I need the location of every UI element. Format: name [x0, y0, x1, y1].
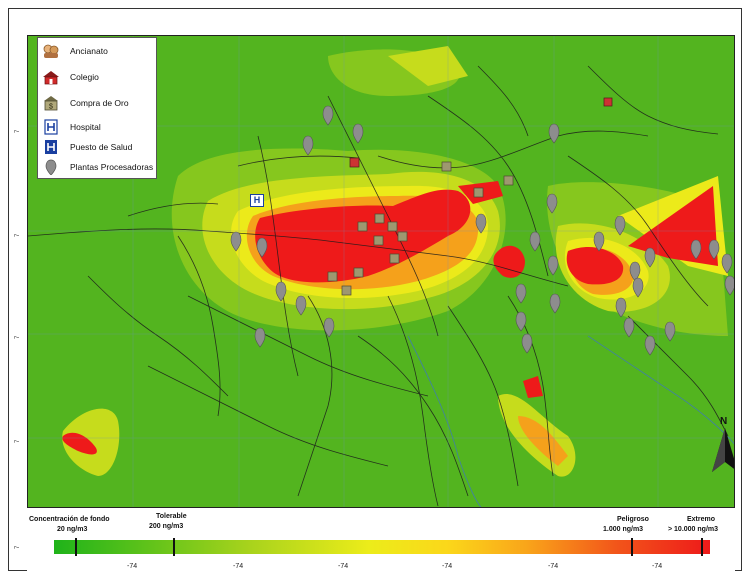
legend-label-compra-de-oro: Compra de Oro	[70, 98, 129, 108]
gold-marker[interactable]	[327, 271, 338, 282]
processing-plant-pin-icon	[45, 159, 57, 175]
lon-label: -74	[127, 563, 138, 570]
gold-marker[interactable]	[353, 267, 364, 278]
scale-background-value: 20 ng/m3	[57, 526, 88, 533]
scale-extreme-value: > 10.000 ng/m3	[668, 526, 719, 533]
legend-label-puesto-de-salud: Puesto de Salud	[70, 142, 133, 152]
gold-marker[interactable]	[357, 221, 368, 232]
lat-label: 7	[15, 439, 21, 443]
scale-background-label: Concentración de fondo	[29, 516, 110, 523]
scale-marker-background	[75, 538, 77, 556]
gold-marker[interactable]	[373, 235, 384, 246]
legend-item-colegio: Colegio	[42, 68, 99, 86]
elderly-home-icon	[43, 44, 59, 58]
map-frame: H N Ancianato Colegio $ Compra de Oro Ho…	[8, 8, 742, 572]
school-marker[interactable]	[603, 97, 613, 107]
lon-label: -74	[548, 563, 559, 570]
lat-label: 7	[15, 233, 21, 237]
svg-text:$: $	[49, 104, 53, 111]
legend-label-colegio: Colegio	[70, 72, 99, 82]
legend-item-hospital: Hospital	[42, 118, 101, 136]
scale-dangerous-label: Peligroso	[617, 516, 649, 523]
gold-marker[interactable]	[387, 221, 398, 232]
legend-item-puesto-de-salud: Puesto de Salud	[42, 138, 132, 156]
gold-marker[interactable]	[473, 187, 484, 198]
lon-label: -74	[442, 563, 453, 570]
gold-marker[interactable]	[389, 253, 400, 264]
school-marker[interactable]	[349, 157, 360, 168]
legend-item-compra-de-oro: $ Compra de Oro	[42, 94, 129, 112]
gold-marker[interactable]	[503, 175, 514, 186]
concentration-gradient-bar	[54, 540, 710, 554]
scale-marker-extreme	[701, 538, 703, 556]
north-arrow-icon	[712, 428, 734, 472]
north-label: N	[720, 416, 728, 427]
legend-item-plantas-procesadoras: Plantas Procesadoras	[42, 158, 153, 176]
scale-tolerable-label: Tolerable	[156, 513, 187, 520]
health-post-icon	[45, 140, 57, 154]
gold-buying-icon: $	[44, 96, 58, 111]
lon-label: -74	[652, 563, 663, 570]
legend-label-ancianato: Ancianato	[70, 46, 108, 56]
scale-marker-dangerous	[631, 538, 633, 556]
legend-item-ancianato: Ancianato	[42, 42, 108, 60]
lat-label: 7	[15, 545, 21, 549]
scale-tolerable-value: 200 ng/m3	[149, 523, 184, 530]
school-icon	[43, 71, 59, 85]
gold-marker[interactable]	[374, 213, 385, 224]
lat-label: 7	[15, 335, 21, 339]
scale-dangerous-value: 1.000 ng/m3	[603, 526, 644, 533]
gold-marker[interactable]	[341, 285, 352, 296]
scale-marker-tolerable	[173, 538, 175, 556]
gold-marker[interactable]	[397, 231, 408, 242]
lon-label: -74	[233, 563, 244, 570]
concentration-scale: Concentración de fondo 20 ng/m3 Tolerabl…	[27, 508, 735, 572]
scale-extreme-label: Extremo	[687, 516, 716, 523]
gold-marker[interactable]	[441, 161, 452, 172]
hospital-marker[interactable]: H	[250, 194, 264, 207]
map-legend: Ancianato Colegio $ Compra de Oro Hospit…	[37, 37, 157, 179]
legend-label-plantas-procesadoras: Plantas Procesadoras	[70, 162, 154, 172]
north-arrow: N	[710, 416, 734, 472]
lat-label: 7	[15, 129, 21, 133]
lon-label: -74	[338, 563, 349, 570]
legend-label-hospital: Hospital	[70, 122, 101, 132]
hospital-icon	[44, 119, 58, 135]
